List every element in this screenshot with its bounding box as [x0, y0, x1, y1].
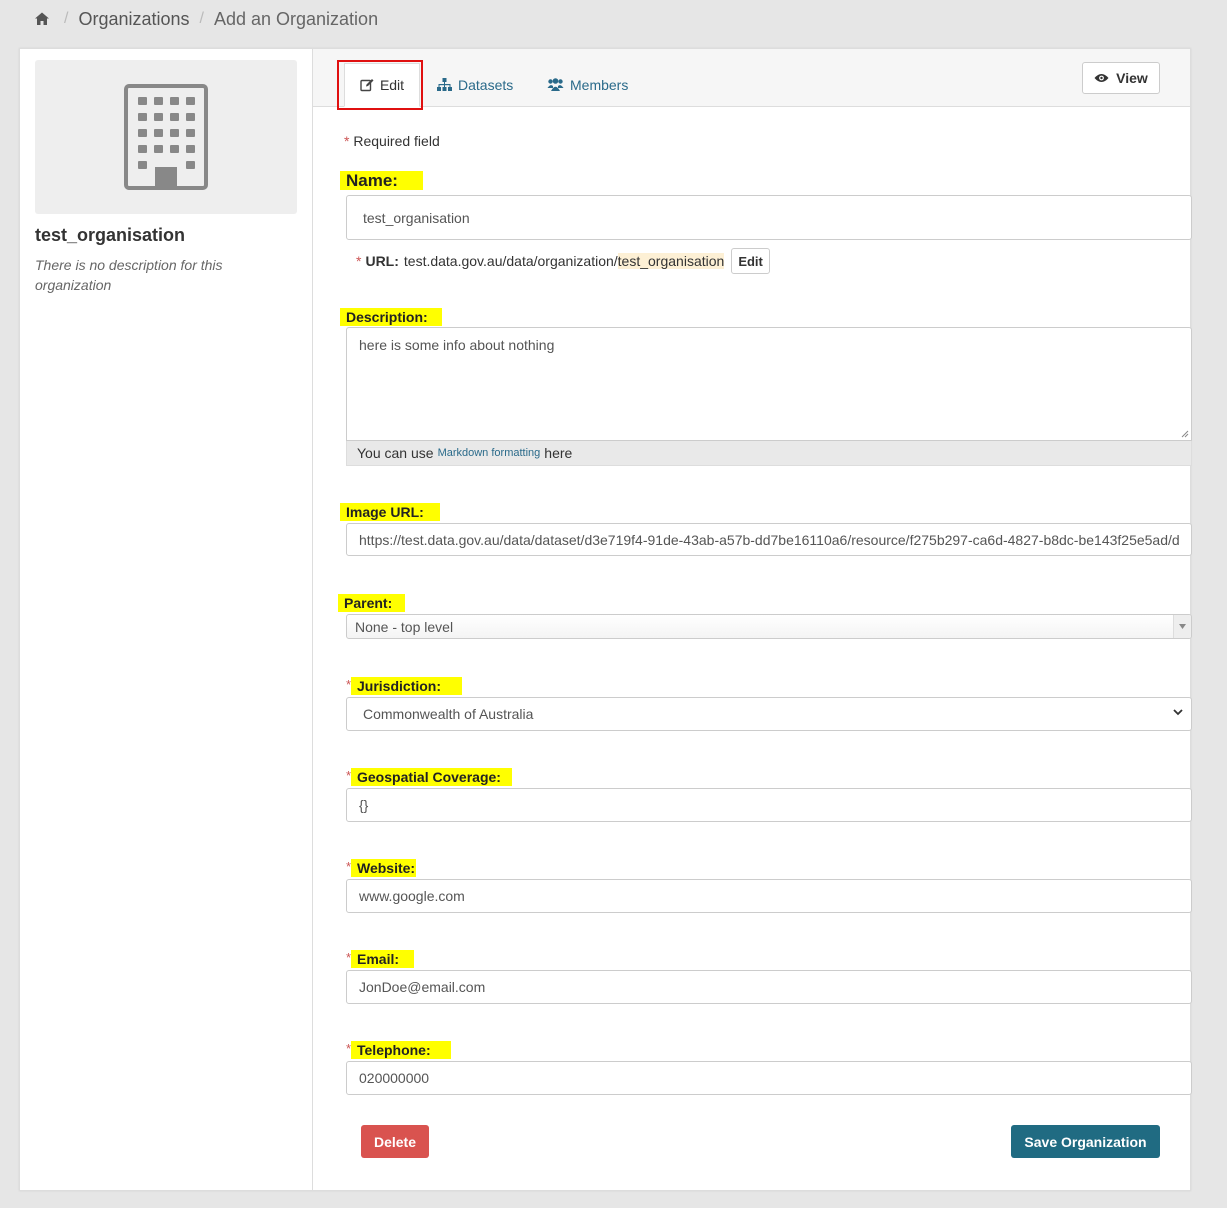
breadcrumb-organizations[interactable]: Organizations — [78, 9, 189, 30]
tab-edit-label: Edit — [379, 77, 405, 93]
email-input[interactable]: JonDoe@email.com — [346, 970, 1192, 1004]
parent-label: Parent: — [338, 594, 405, 612]
required-marker: * — [356, 253, 362, 269]
name-label: Name: — [340, 171, 423, 190]
breadcrumb-separator: / — [64, 10, 69, 27]
resize-handle-icon[interactable] — [1181, 430, 1189, 438]
required-note: * Required field — [344, 133, 440, 149]
required-marker: * — [344, 133, 350, 149]
parent-select-value: None - top level — [355, 618, 454, 635]
eye-icon — [1094, 74, 1109, 82]
image-url-input[interactable]: https://test.data.gov.au/data/dataset/d3… — [346, 523, 1192, 556]
breadcrumb-separator: / — [199, 10, 204, 27]
url-slug: test_organisation — [617, 253, 725, 269]
organization-description: There is no description for this organiz… — [35, 257, 223, 293]
telephone-input[interactable]: 020000000 — [346, 1061, 1192, 1095]
tab-datasets[interactable]: Datasets — [437, 63, 513, 106]
telephone-label: Telephone: — [351, 1041, 451, 1059]
website-label: Website: — [351, 859, 416, 877]
breadcrumb: / Organizations / Add an Organization — [34, 8, 378, 30]
parent-select-arrow[interactable] — [1173, 615, 1191, 638]
home-icon[interactable] — [34, 11, 50, 27]
save-organization-button[interactable]: Save Organization — [1011, 1125, 1160, 1158]
markdown-formatting-link[interactable]: Markdown formatting — [438, 447, 541, 459]
website-input[interactable]: www.google.com — [346, 879, 1192, 913]
sitemap-icon — [437, 78, 452, 91]
name-input[interactable]: test_organisation — [346, 195, 1192, 240]
caret-down-icon — [1179, 624, 1186, 629]
sidebar: test_organisation There is no descriptio… — [20, 49, 313, 1190]
users-icon — [547, 78, 564, 91]
content-panel: test_organisation There is no descriptio… — [19, 48, 1192, 1191]
geospatial-coverage-input[interactable]: {} — [346, 788, 1192, 822]
organization-title: test_organisation — [35, 225, 186, 245]
description-label: Description: — [340, 308, 442, 326]
markdown-help-after: here — [544, 445, 573, 461]
url-edit-button[interactable]: Edit — [731, 248, 770, 274]
image-url-label: Image URL: — [340, 503, 440, 521]
url-prefix: test.data.gov.au/data/organization/ — [403, 253, 618, 269]
jurisdiction-select-value: Commonwealth of Australia — [363, 706, 534, 722]
url-line: * URL: test.data.gov.au/data/organizatio… — [356, 248, 770, 274]
url-label: URL: — [365, 253, 399, 269]
tab-edit[interactable]: Edit — [344, 63, 420, 107]
view-button-label: View — [1116, 70, 1148, 86]
building-icon — [124, 84, 208, 190]
organization-image — [35, 60, 297, 214]
description-value: here is some info about nothing — [359, 337, 555, 353]
jurisdiction-label: Jurisdiction: — [351, 677, 462, 695]
jurisdiction-select[interactable]: Commonwealth of Australia — [346, 697, 1192, 731]
geospatial-coverage-label: Geospatial Coverage: — [351, 768, 512, 786]
delete-button[interactable]: Delete — [361, 1125, 429, 1158]
chevron-down-icon — [1173, 709, 1183, 716]
parent-select[interactable]: None - top level — [346, 614, 1192, 639]
tab-members[interactable]: Members — [547, 63, 628, 106]
breadcrumb-current: Add an Organization — [213, 8, 379, 29]
main-content: Edit Datasets Members View * Required fi… — [313, 49, 1192, 1190]
required-note-text: Required field — [353, 133, 440, 149]
email-label: Email: — [351, 950, 414, 968]
description-textarea[interactable]: here is some info about nothing — [346, 327, 1192, 441]
tab-datasets-label: Datasets — [458, 76, 514, 93]
markdown-help: You can use Markdown formatting here — [346, 441, 1192, 466]
markdown-help-before: You can use — [357, 445, 434, 461]
tab-members-label: Members — [570, 76, 629, 93]
tab-bar: Edit Datasets Members View — [313, 49, 1190, 110]
edit-icon — [360, 79, 374, 92]
view-button[interactable]: View — [1082, 62, 1160, 94]
